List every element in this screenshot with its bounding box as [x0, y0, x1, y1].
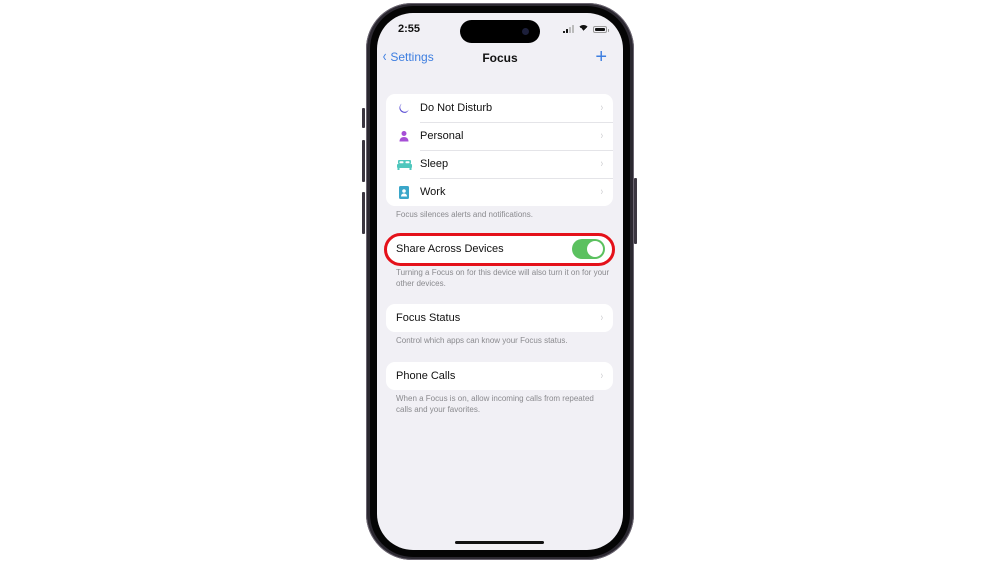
share-across-devices-footer: Turning a Focus on for this device will … — [396, 268, 610, 288]
battery-icon — [593, 25, 609, 33]
share-across-devices-label: Share Across Devices — [396, 243, 504, 255]
focus-modes-footer: Focus silences alerts and notifications. — [396, 210, 533, 219]
chevron-right-icon: › — [601, 130, 604, 142]
phone-calls-row[interactable]: Phone Calls › — [386, 362, 613, 390]
back-button[interactable]: ‹ Settings — [382, 49, 434, 65]
volume-up-button — [362, 140, 365, 182]
status-time: 2:55 — [398, 23, 421, 35]
share-across-devices-toggle[interactable] — [572, 239, 605, 259]
focus-item-work[interactable]: Work › — [386, 178, 613, 206]
cellular-signal-icon — [563, 25, 574, 33]
navigation-bar: ‹ Settings Focus + — [377, 46, 623, 71]
focus-item-label: Work — [420, 186, 446, 198]
focus-item-personal[interactable]: Personal › — [386, 122, 613, 150]
chevron-right-icon: › — [601, 102, 604, 114]
chevron-right-icon: › — [601, 370, 604, 382]
phone-calls-label: Phone Calls — [396, 370, 456, 382]
phone-calls-group: Phone Calls › — [386, 362, 613, 390]
focus-item-label: Do Not Disturb — [420, 102, 493, 114]
chevron-left-icon: ‹ — [382, 48, 387, 65]
back-label: Settings — [390, 50, 434, 64]
chevron-right-icon: › — [601, 186, 604, 198]
phone-screen: 2:55 ‹ Settings Focus + Do Not Disturb ›… — [377, 13, 623, 550]
bed-icon — [396, 156, 412, 172]
focus-status-group: Focus Status › — [386, 304, 613, 332]
share-across-devices-row: Share Across Devices — [386, 235, 613, 263]
dynamic-island — [460, 20, 540, 43]
wifi-icon — [578, 25, 589, 33]
status-icons — [563, 25, 609, 33]
action-button — [362, 108, 365, 128]
toggle-knob — [587, 241, 603, 257]
chevron-right-icon: › — [601, 312, 604, 324]
home-indicator[interactable] — [455, 541, 544, 544]
chevron-right-icon: › — [601, 158, 604, 170]
person-icon — [396, 128, 412, 144]
focus-item-label: Personal — [420, 130, 464, 142]
focus-item-label: Sleep — [420, 158, 449, 170]
id-badge-icon — [396, 184, 412, 200]
share-across-devices-group: Share Across Devices — [386, 235, 613, 263]
phone-calls-footer: When a Focus is on, allow incoming calls… — [396, 394, 594, 414]
focus-item-do-not-disturb[interactable]: Do Not Disturb › — [386, 94, 613, 122]
focus-item-sleep[interactable]: Sleep › — [386, 150, 613, 178]
add-focus-button[interactable]: + — [595, 46, 607, 69]
power-button — [634, 178, 637, 244]
focus-status-label: Focus Status — [396, 312, 461, 324]
moon-icon — [396, 100, 412, 116]
focus-status-footer: Control which apps can know your Focus s… — [396, 336, 568, 345]
focus-modes-list: Do Not Disturb › Personal › Sleep › Work… — [386, 94, 613, 206]
volume-down-button — [362, 192, 365, 234]
focus-status-row[interactable]: Focus Status › — [386, 304, 613, 332]
camera-icon — [522, 28, 529, 35]
